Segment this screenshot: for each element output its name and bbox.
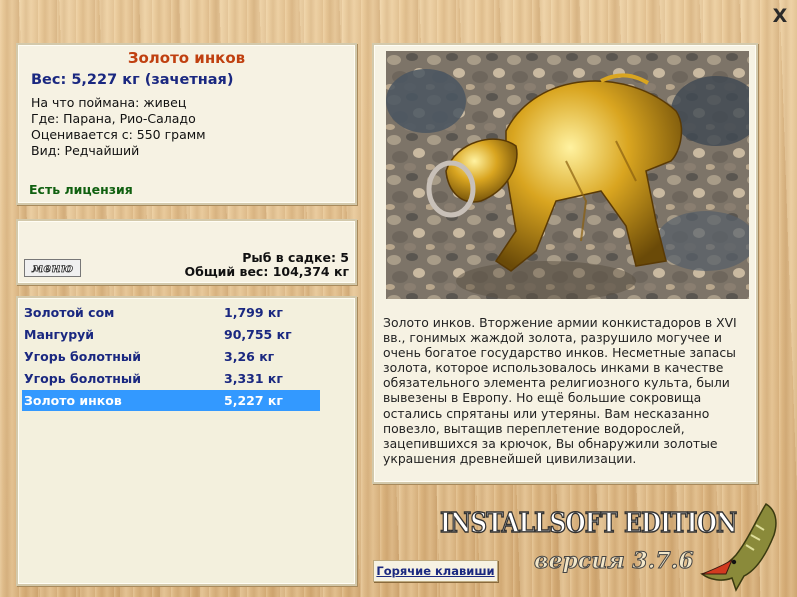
fish-rated-from: Оценивается с: 550 грамм	[31, 127, 206, 142]
fish-list-row[interactable]: Угорь болотный 3,26 кг	[22, 346, 320, 367]
fish-description: Золото инков. Вторжение армии конкистадо…	[383, 315, 737, 466]
fish-list-weight: 3,26 кг	[224, 349, 275, 364]
hotkeys-link[interactable]: Горячие клавиши	[373, 560, 498, 582]
fish-list-weight: 90,755 кг	[224, 327, 292, 342]
version-label: версия 3.7.6	[534, 548, 695, 575]
fish-title: Золото инков	[127, 49, 246, 67]
fish-bait: На что поймана: живец	[31, 95, 187, 110]
fish-list-name: Мангуруй	[24, 327, 95, 342]
fish-list: Золотой сом 1,799 кг Мангуруй 90,755 кг Угор…	[16, 296, 357, 586]
fish-list-name: Угорь болотный	[24, 371, 141, 386]
fish-list-weight: 1,799 кг	[224, 305, 283, 320]
fish-list-row[interactable]: Угорь болотный 3,331 кг	[22, 368, 320, 389]
total-weight: Общий вес: 104,374 кг	[184, 264, 350, 279]
fish-list-row[interactable]: Золото инков 5,227 кг	[22, 390, 320, 411]
fish-detail-panel: Золото инков. Вторжение армии конкистадо…	[372, 43, 758, 484]
license-status: Есть лицензия	[29, 182, 133, 197]
fish-kind: Вид: Редчайший	[31, 143, 140, 158]
fish-weight: Вес: 5,227 кг (зачетная)	[31, 72, 234, 88]
fish-list-name: Угорь болотный	[24, 349, 141, 364]
fish-location: Где: Парана, Рио-Саладо	[31, 111, 196, 126]
fish-count: Рыб в садке: 5	[242, 250, 349, 265]
menu-button[interactable]: меню	[24, 259, 81, 277]
cage-summary: Рыб в садке: 5 Общий вес: 104,374 кг	[185, 251, 350, 279]
close-icon[interactable]: X	[770, 6, 790, 26]
fish-list-row[interactable]: Золотой сом 1,799 кг	[22, 302, 320, 323]
fish-info-panel: Золото инков Вес: 5,227 кг (зачетная) На…	[16, 43, 357, 205]
fish-list-name: Золото инков	[24, 393, 122, 408]
fish-list-weight: 3,331 кг	[224, 371, 283, 386]
fish-photo	[386, 51, 749, 299]
cage-panel: меню Рыб в садке: 5 Общий вес: 104,374 к…	[16, 219, 357, 285]
pike-icon	[696, 500, 786, 596]
fish-list-row[interactable]: Мангуруй 90,755 кг	[22, 324, 320, 345]
fish-list-weight: 5,227 кг	[224, 393, 283, 408]
brand-logo: INSTALLSOFT EDITION	[439, 507, 737, 539]
fish-list-name: Золотой сом	[24, 305, 115, 320]
